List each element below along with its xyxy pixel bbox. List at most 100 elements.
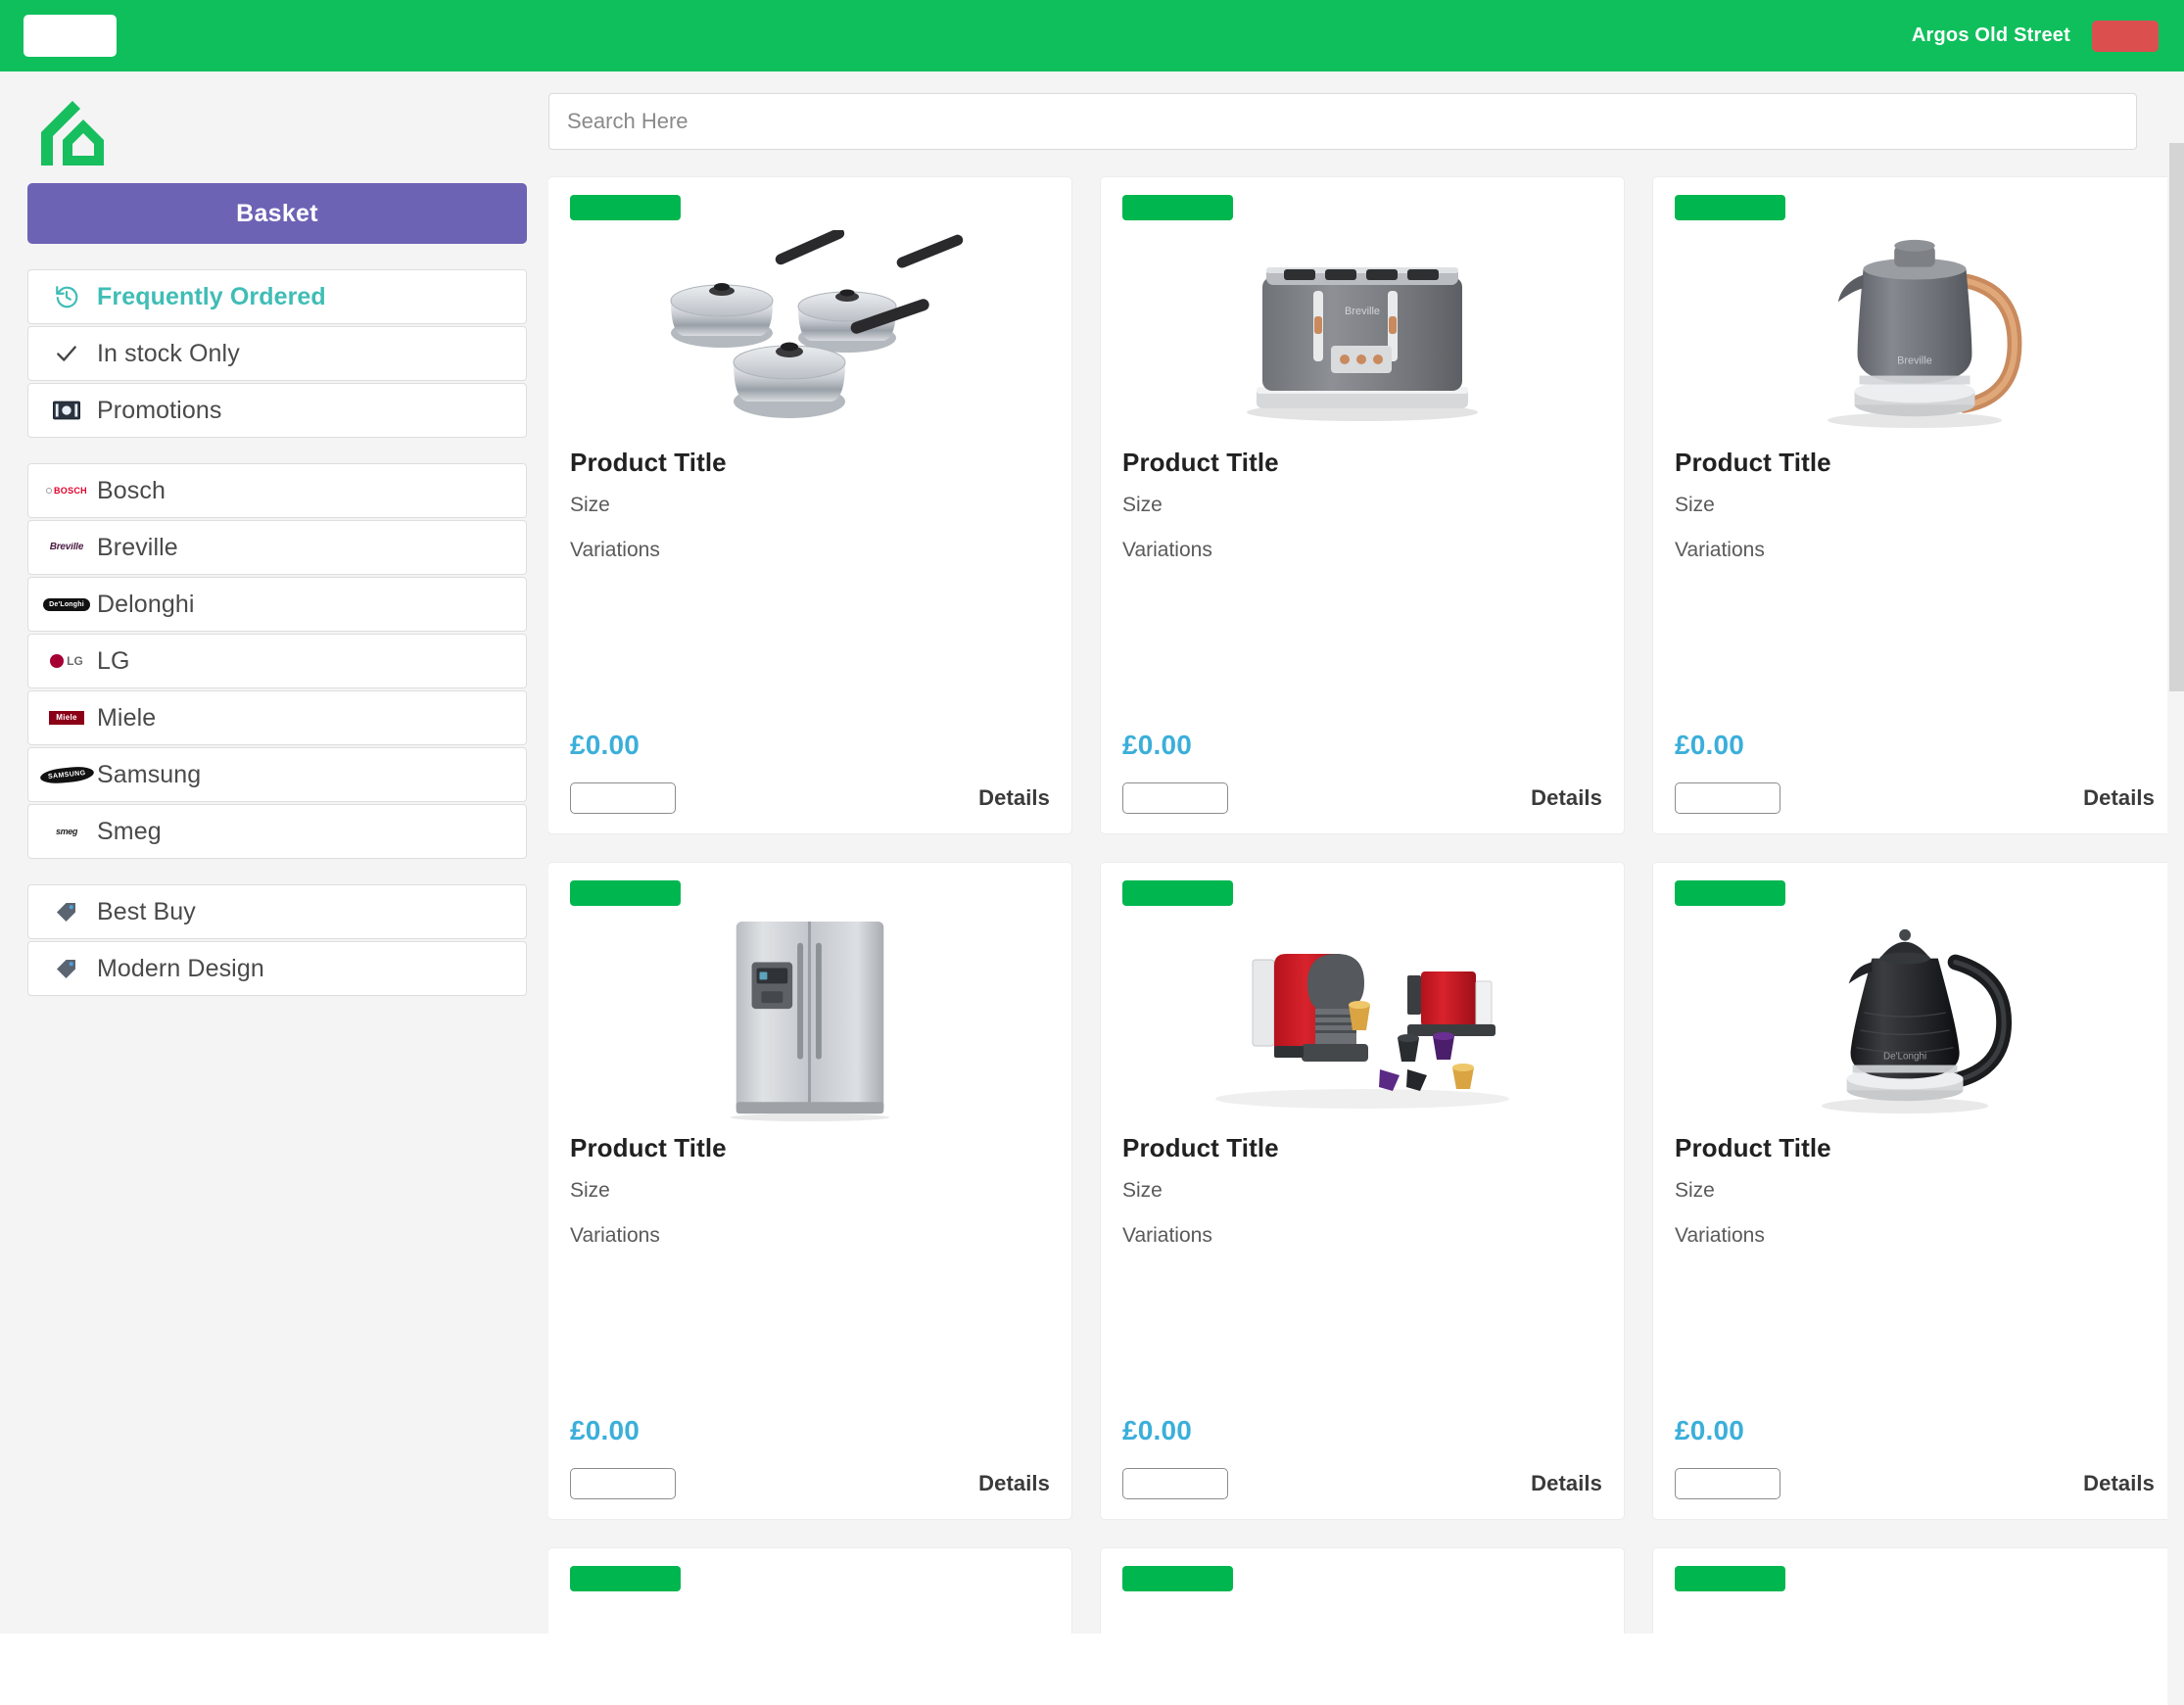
- main-content: Product Title Size Variations £0.00 Deta…: [548, 71, 2169, 1634]
- lg-logo-icon: LG: [36, 654, 97, 668]
- filter-in-stock-only[interactable]: In stock Only: [27, 326, 527, 381]
- card-footer: Details: [1122, 782, 1602, 833]
- filter-brand-samsung[interactable]: SAMSUNG Samsung: [27, 747, 527, 802]
- product-size: Size: [1122, 494, 1163, 516]
- product-variations: Variations: [1122, 1224, 1212, 1247]
- miele-logo-icon: Miele: [36, 711, 97, 725]
- svg-text:Breville: Breville: [1897, 355, 1932, 367]
- product-card[interactable]: [1101, 1548, 1624, 1634]
- quick-filters-group: Frequently Ordered In stock Only Promoti…: [27, 269, 527, 438]
- quantity-input[interactable]: [570, 1468, 676, 1499]
- brand-filters-group: BOSCH Bosch Breville Breville De'Longhi …: [27, 463, 527, 859]
- banknote-icon: [36, 401, 97, 420]
- stock-badge: [1122, 1566, 1233, 1591]
- card-footer: Details: [1122, 1468, 1602, 1519]
- quantity-input[interactable]: [570, 782, 676, 814]
- basket-button[interactable]: Basket: [27, 183, 527, 244]
- logout-button[interactable]: [2092, 20, 2159, 52]
- search-input[interactable]: [548, 93, 2137, 150]
- stock-badge: [570, 195, 681, 220]
- argos-house-icon: [35, 93, 119, 169]
- filter-brand-miele[interactable]: Miele Miele: [27, 690, 527, 745]
- filter-label: Modern Design: [97, 954, 264, 982]
- quantity-input[interactable]: [1122, 782, 1228, 814]
- page-scrollbar-track[interactable]: [2167, 143, 2184, 1705]
- grey-kettle-image: Breville: [1675, 224, 2155, 442]
- details-link[interactable]: Details: [2083, 785, 2155, 811]
- card-footer: Details: [570, 782, 1050, 833]
- filter-label: Promotions: [97, 396, 222, 424]
- filter-best-buy[interactable]: Best Buy: [27, 884, 527, 939]
- product-card[interactable]: [1653, 1548, 2169, 1634]
- product-title: Product Title: [1122, 1133, 1279, 1162]
- product-title: Product Title: [1122, 448, 1279, 477]
- tag-icon: [36, 900, 97, 924]
- card-footer: Details: [1675, 1468, 2155, 1519]
- history-icon: [36, 284, 97, 309]
- filter-promotions[interactable]: Promotions: [27, 383, 527, 438]
- tag-filters-group: Best Buy Modern Design: [27, 884, 527, 996]
- filter-brand-breville[interactable]: Breville Breville: [27, 520, 527, 575]
- stock-badge: [570, 1566, 681, 1591]
- product-card[interactable]: De'Longhi Product Title Size Variations …: [1653, 863, 2169, 1519]
- filter-label: Miele: [97, 703, 157, 732]
- details-link[interactable]: Details: [1531, 785, 1602, 811]
- quantity-input[interactable]: [1122, 1468, 1228, 1499]
- details-link[interactable]: Details: [978, 785, 1050, 811]
- stock-badge: [1122, 880, 1233, 906]
- quantity-input[interactable]: [1675, 1468, 1780, 1499]
- product-card[interactable]: Product Title Size Variations £0.00 Deta…: [548, 177, 1071, 833]
- filter-label: LG: [97, 646, 130, 675]
- product-size: Size: [570, 494, 610, 516]
- details-link[interactable]: Details: [978, 1471, 1050, 1496]
- american-fridge-freezer-image: [570, 910, 1050, 1127]
- sidebar: Basket Frequently Ordered In stock Only …: [0, 71, 548, 1634]
- filter-label: In stock Only: [97, 339, 240, 367]
- header-right-group: Argos Old Street: [1911, 20, 2184, 52]
- saucepan-set-image: [570, 224, 1050, 442]
- filter-label: Frequently Ordered: [97, 282, 326, 310]
- product-title: Product Title: [1675, 1133, 1831, 1162]
- smeg-logo-icon: smeg: [56, 827, 77, 836]
- search-bar: [548, 93, 2140, 150]
- product-card[interactable]: Product Title Size Variations £0.00 Deta…: [1101, 863, 1624, 1519]
- page-body: Basket Frequently Ordered In stock Only …: [0, 71, 2184, 1705]
- filter-modern-design[interactable]: Modern Design: [27, 941, 527, 996]
- product-card[interactable]: Breville Product Title Size Variations £…: [1101, 177, 1624, 833]
- product-card[interactable]: Breville Product Title Size Variations £…: [1653, 177, 2169, 833]
- product-price: £0.00: [1122, 1415, 1193, 1445]
- product-title: Product Title: [1675, 448, 1831, 477]
- filter-label: Best Buy: [97, 897, 196, 925]
- filter-brand-lg[interactable]: LG LG: [27, 634, 527, 688]
- filter-brand-smeg[interactable]: smeg Smeg: [27, 804, 527, 859]
- product-card[interactable]: [548, 1548, 1071, 1634]
- product-title: Product Title: [570, 1133, 727, 1162]
- product-variations: Variations: [1675, 539, 1765, 561]
- filter-frequently-ordered[interactable]: Frequently Ordered: [27, 269, 527, 324]
- product-price: £0.00: [1675, 1415, 1745, 1445]
- stock-badge: [1675, 880, 1785, 906]
- stock-badge: [1122, 195, 1233, 220]
- product-variations: Variations: [570, 1224, 660, 1247]
- filter-brand-delonghi[interactable]: De'Longhi Delonghi: [27, 577, 527, 632]
- product-variations: Variations: [1122, 539, 1212, 561]
- product-price: £0.00: [1675, 730, 1745, 760]
- details-link[interactable]: Details: [1531, 1471, 1602, 1496]
- svg-text:Breville: Breville: [1345, 306, 1380, 317]
- breville-logo-icon: Breville: [49, 543, 84, 552]
- filter-brand-bosch[interactable]: BOSCH Bosch: [27, 463, 527, 518]
- details-link[interactable]: Details: [2083, 1471, 2155, 1496]
- header-logo-placeholder: [24, 15, 117, 57]
- product-grid: Product Title Size Variations £0.00 Deta…: [548, 177, 2169, 1634]
- filter-label: Samsung: [97, 760, 202, 788]
- store-name-label: Argos Old Street: [1911, 24, 2070, 46]
- product-price: £0.00: [570, 1415, 641, 1445]
- quantity-input[interactable]: [1675, 782, 1780, 814]
- page-scrollbar-thumb[interactable]: [2169, 143, 2184, 691]
- product-size: Size: [1675, 494, 1715, 516]
- product-size: Size: [1122, 1179, 1163, 1202]
- product-card[interactable]: Product Title Size Variations £0.00 Deta…: [548, 863, 1071, 1519]
- black-kettle-image: De'Longhi: [1675, 910, 2155, 1127]
- filter-label: Delonghi: [97, 590, 195, 618]
- stock-badge: [1675, 195, 1785, 220]
